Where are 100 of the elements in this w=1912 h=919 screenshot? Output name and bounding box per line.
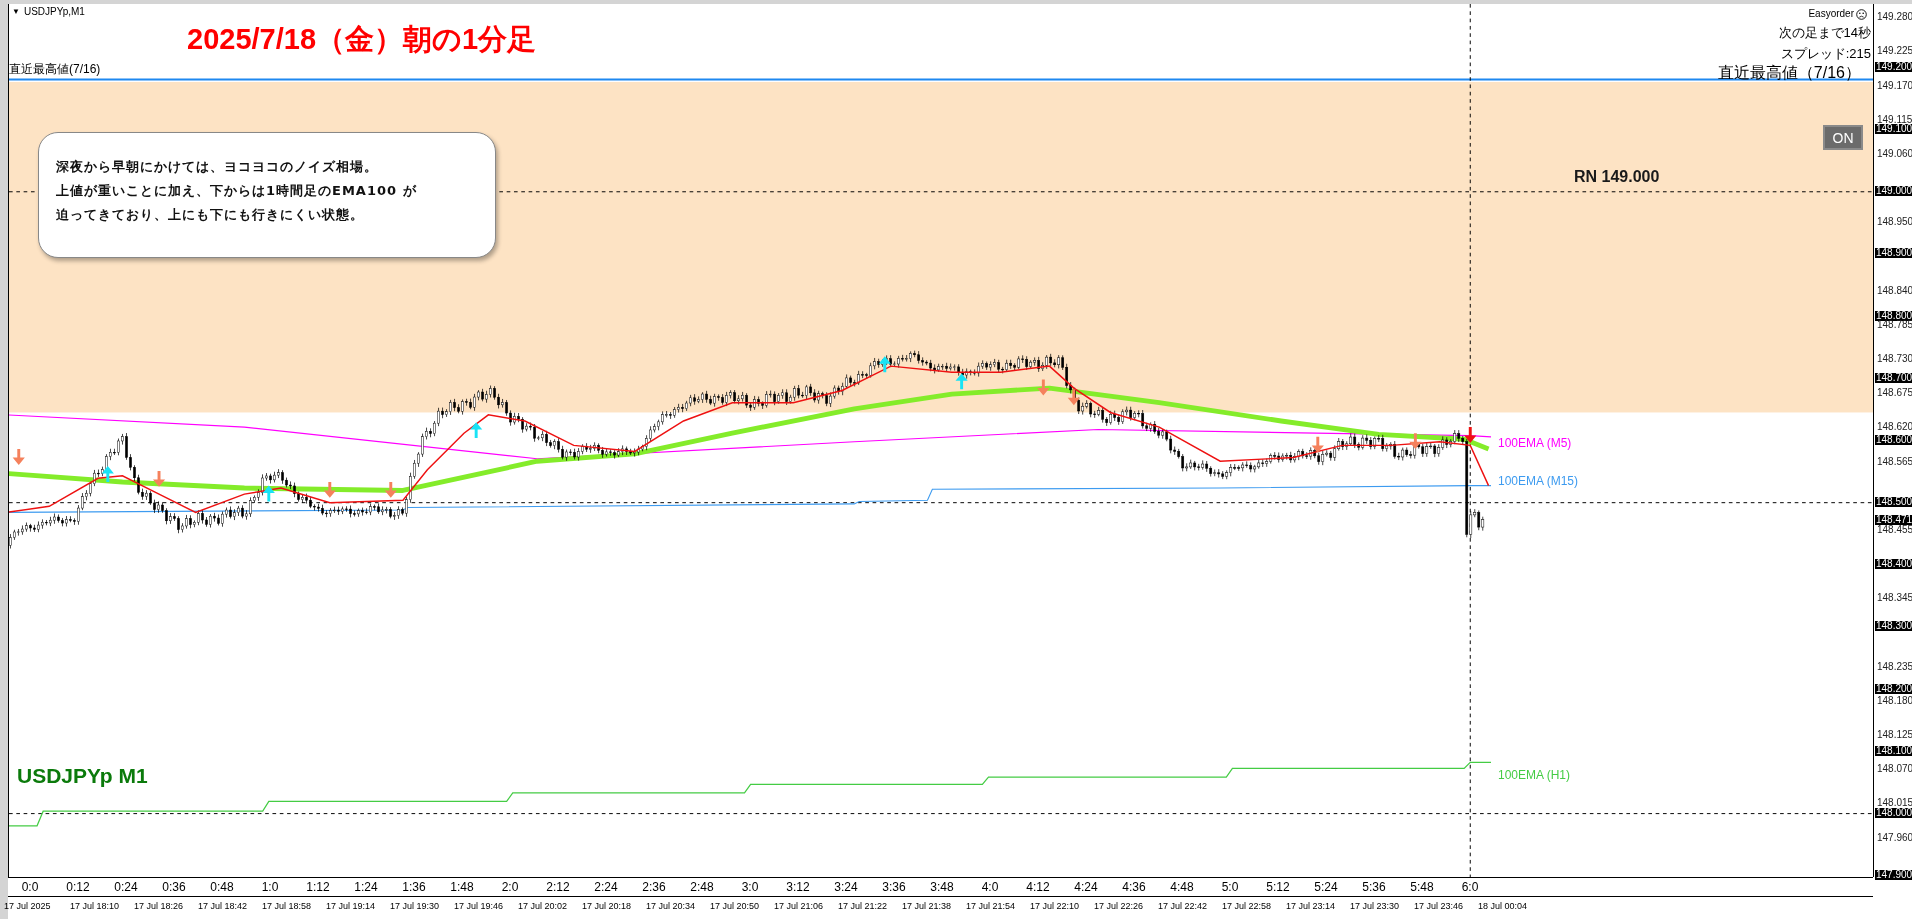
down-arrow-icon	[1037, 379, 1050, 396]
price-tick-label: 149.170	[1877, 80, 1912, 90]
down-arrow-icon	[1409, 433, 1422, 450]
time-label: 1:0	[260, 880, 280, 894]
price-tick-label: 148.180	[1877, 695, 1912, 705]
price-level-label: 147.900	[1875, 869, 1912, 880]
down-arrow-icon	[152, 471, 166, 487]
time-label: 1:12	[305, 880, 331, 894]
down-arrow-icon	[1067, 389, 1080, 406]
time-label: 5:12	[1265, 880, 1291, 894]
time-label: 2:0	[500, 880, 520, 894]
time-label: 1:36	[401, 880, 427, 894]
price-tick-label: 148.730	[1877, 354, 1912, 364]
countdown-text: 次の足まで14秒	[1778, 25, 1871, 41]
time-label: 0:0	[20, 880, 40, 894]
time-label: 3:0	[740, 880, 760, 894]
symbol-menu[interactable]: ▼ USDJPYp,M1	[12, 6, 85, 18]
time-label: 4:12	[1025, 880, 1051, 894]
date-label: 18 Jul 00:04	[1478, 901, 1528, 912]
date-label: 17 Jul 19:46	[454, 901, 504, 912]
price-level-label: 148.800	[1875, 310, 1912, 321]
symbol-watermark: USDJPYp M1	[17, 764, 148, 788]
price-tick-label: 148.840	[1877, 285, 1912, 295]
date-label: 17 Jul 18:10	[70, 901, 120, 912]
date-label: 17 Jul 18:26	[134, 901, 184, 912]
time-label: 4:36	[1121, 880, 1147, 894]
time-label: 4:24	[1073, 880, 1099, 894]
time-label: 2:36	[641, 880, 667, 894]
price-tick-label: 149.225	[1877, 46, 1912, 56]
price-level-label: 148.400	[1875, 559, 1912, 570]
time-label: 5:36	[1361, 880, 1387, 894]
time-label: 4:0	[980, 880, 1000, 894]
price-tick-label: 149.280	[1877, 12, 1912, 22]
date-label: 17 Jul 22:10	[1030, 901, 1080, 912]
time-label: 0:36	[161, 880, 187, 894]
price-tick-label: 148.015	[1877, 798, 1912, 808]
time-label: 3:12	[785, 880, 811, 894]
down-arrow-icon	[12, 449, 25, 465]
time-label: 5:0	[1220, 880, 1240, 894]
time-label: 5:48	[1409, 880, 1435, 894]
price-level-label: 148.000	[1875, 807, 1912, 818]
price-level-label: 148.700	[1875, 372, 1912, 383]
down-arrow-icon	[323, 481, 336, 498]
date-label: 17 Jul 23:46	[1414, 901, 1464, 912]
time-label: 0:24	[113, 880, 139, 894]
down-arrow-icon	[1464, 427, 1477, 443]
time-label: 3:48	[929, 880, 955, 894]
price-tick-label: 148.565	[1877, 456, 1912, 466]
date-label: 17 Jul 18:42	[198, 901, 248, 912]
ea-name: Easyorder	[1808, 8, 1854, 20]
date-label: 17 Jul 20:50	[710, 901, 760, 912]
date-label: 17 Jul 22:58	[1222, 901, 1272, 912]
price-level-label: 148.471	[1875, 515, 1912, 526]
price-tick-label: 148.235	[1877, 661, 1912, 671]
time-label: 2:12	[545, 880, 571, 894]
date-label: 17 Jul 18:58	[262, 901, 312, 912]
spread-text: スプレッド:215	[1780, 46, 1871, 62]
round-number-label: RN 149.000	[1574, 168, 1660, 186]
time-label: 6:0	[1460, 880, 1480, 894]
price-tick-label: 149.115	[1877, 114, 1912, 124]
date-label: 17 Jul 21:22	[838, 901, 888, 912]
price-level-label: 148.300	[1875, 621, 1912, 632]
price-level-label: 149.000	[1875, 186, 1912, 197]
date-label: 17 Jul 22:26	[1094, 901, 1144, 912]
price-level-label: 148.600	[1875, 434, 1912, 445]
price-tick-label: 148.620	[1877, 422, 1912, 432]
time-label: 1:48	[449, 880, 475, 894]
on-button[interactable]: ON	[1823, 125, 1863, 150]
up-arrow-icon	[262, 485, 275, 502]
time-label: 0:12	[65, 880, 91, 894]
time-label: 3:36	[881, 880, 907, 894]
up-arrow-icon	[955, 373, 968, 390]
price-level-label: 149.200	[1875, 62, 1912, 72]
price-tick-label: 148.125	[1877, 730, 1912, 740]
up-arrow-icon	[878, 356, 891, 373]
date-label: 17 Jul 21:06	[774, 901, 824, 912]
time-label: 5:24	[1313, 880, 1339, 894]
price-tick-label: 148.345	[1877, 593, 1912, 603]
level-label: 直近最高値(7/16)	[9, 62, 101, 76]
date-label: 17 Jul 20:34	[646, 901, 696, 912]
price-tick-label: 148.785	[1877, 319, 1912, 329]
up-arrow-icon	[470, 422, 483, 439]
price-tick-label: 148.455	[1877, 525, 1912, 534]
level-label: 直近最高値（7/16）	[1717, 64, 1861, 82]
date-label: 17 Jul 20:02	[518, 901, 568, 912]
price-tick-label: 149.060	[1877, 149, 1912, 158]
price-level-label: 148.500	[1875, 497, 1912, 508]
time-label: 2:24	[593, 880, 619, 894]
ema-label: 100EMA (H1)	[1498, 768, 1571, 782]
up-arrow-icon	[101, 466, 114, 482]
price-tick-label: 148.675	[1877, 388, 1912, 398]
price-level-label: 148.100	[1875, 745, 1912, 756]
date-label: 17 Jul 19:14	[326, 901, 376, 912]
down-arrow-icon	[384, 481, 397, 498]
date-label: 17 Jul 19:30	[390, 901, 440, 912]
date-label: 17 Jul 23:14	[1286, 901, 1336, 912]
time-label: 3:24	[833, 880, 859, 894]
note-text: 深夜から早朝にかけては、ヨコヨコのノイズ相場。 上値が重いことに加え、下からは1時間足のEMA100 が 迫ってきており、上にも下にも行きにくい状態。	[56, 158, 418, 224]
price-tick-label: 148.950	[1877, 217, 1912, 227]
time-label: 4:48	[1169, 880, 1195, 894]
